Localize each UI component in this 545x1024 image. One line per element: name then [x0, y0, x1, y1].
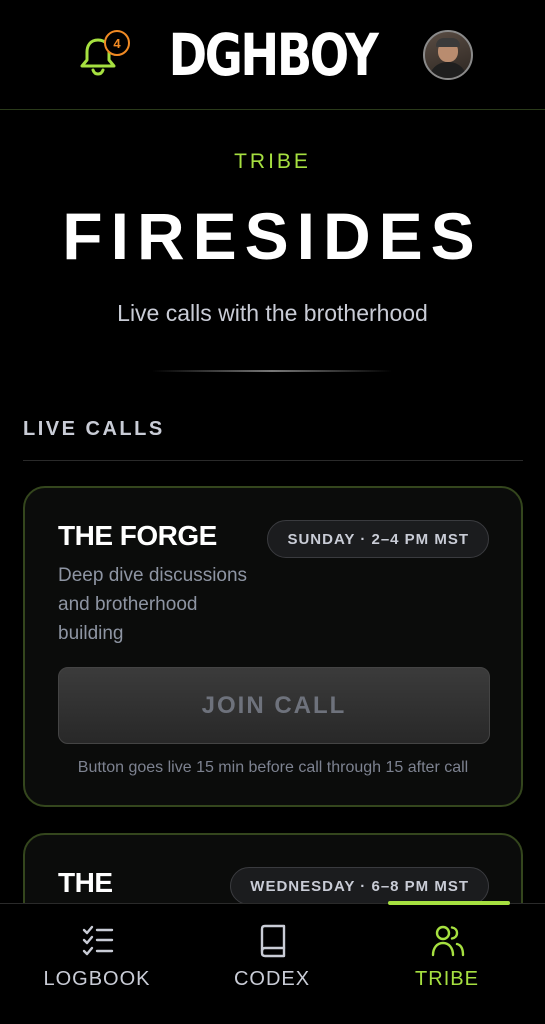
call-schedule-badge: WEDNESDAY · 6–8 PM MST: [230, 867, 489, 905]
call-title: THE FORGE: [58, 520, 217, 551]
page-subtitle: Live calls with the brotherhood: [117, 300, 428, 326]
hero-divider: [152, 370, 392, 372]
join-call-button[interactable]: JOIN CALL: [58, 667, 490, 744]
active-tab-indicator: [388, 901, 510, 905]
section-divider: [23, 460, 523, 461]
call-title: THE: [58, 867, 113, 898]
call-description: Deep dive discussions and brotherhood bu…: [58, 565, 248, 644]
nav-tab-tribe[interactable]: TRIBE: [367, 922, 527, 1002]
profile-avatar[interactable]: [423, 30, 473, 80]
call-card-the-forge: THE FORGE SUNDAY · 2–4 PM MST Deep dive …: [23, 486, 523, 807]
app-screen: 4 DGHBOY TRIBE FIRESIDES Live calls with…: [0, 0, 545, 1024]
nav-label-tribe: TRIBE: [415, 968, 479, 990]
bottom-navigation: LOGBOOK CODEX TRIBE: [0, 901, 545, 1024]
nav-tab-logbook[interactable]: LOGBOOK: [17, 922, 177, 1002]
nav-label-logbook: LOGBOOK: [43, 968, 151, 990]
app-header: 4 DGHBOY: [0, 0, 545, 110]
nav-label-codex: CODEX: [233, 968, 311, 990]
users-icon: [431, 925, 465, 957]
book-icon: [260, 924, 286, 958]
page-eyebrow: TRIBE: [234, 150, 311, 173]
checklist-icon: [82, 925, 114, 956]
call-schedule-badge: SUNDAY · 2–4 PM MST: [267, 520, 489, 558]
page-title: FIRESIDES: [62, 199, 483, 273]
nav-tab-codex[interactable]: CODEX: [192, 922, 352, 1002]
join-call-note: Button goes live 15 min before call thro…: [77, 759, 469, 776]
section-heading-live-calls: LIVE CALLS: [23, 418, 165, 440]
